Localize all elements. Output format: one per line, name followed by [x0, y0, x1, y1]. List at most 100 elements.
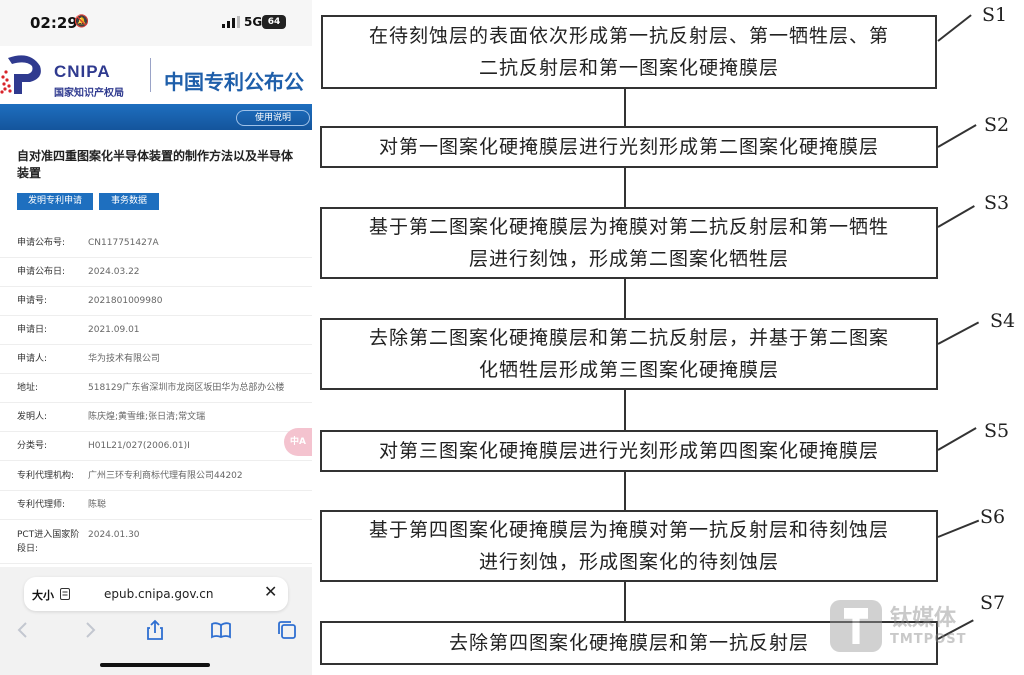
- header-divider: [150, 58, 151, 92]
- info-value: 广州三环专利商标代理有限公司44202: [88, 471, 243, 481]
- step-box-s4: 去除第二图案化硬掩膜层和第二抗反射层，并基于第二图案 化牺牲层形成第三图案化硬掩…: [320, 318, 938, 390]
- back-icon[interactable]: [12, 619, 34, 641]
- step-text-line: 去除第二图案化硬掩膜层和第二抗反射层，并基于第二图案: [368, 327, 889, 349]
- info-row: 申请日: 2021.09.01: [0, 316, 312, 345]
- label-leader-line: [937, 321, 980, 345]
- info-row: 发明人: 陈庆煌;黄雪维;张日清;常文瑞: [0, 403, 312, 432]
- logo-text-en: CNIPA: [54, 62, 111, 81]
- info-key: 地址:: [17, 383, 39, 393]
- label-leader-line: [937, 14, 972, 42]
- info-key: 申请日:: [17, 325, 48, 335]
- info-row: 申请公布号: CN117751427A: [0, 228, 312, 258]
- info-key: 申请公布日:: [17, 267, 66, 277]
- info-row: 申请人: 华为技术有限公司: [0, 345, 312, 374]
- help-button[interactable]: 使用说明: [236, 110, 310, 126]
- forward-icon[interactable]: [79, 619, 101, 641]
- label-leader-line: [937, 427, 977, 451]
- address-bar[interactable]: 大小 epub.cnipa.gov.cn ✕: [24, 577, 288, 611]
- step-text-line: 去除第四图案化硬掩膜层和第一抗反射层: [448, 632, 809, 654]
- info-key: 申请号:: [17, 296, 48, 306]
- step-box-s2: 对第一图案化硬掩膜层进行光刻形成第二图案化硬掩膜层: [320, 126, 938, 168]
- bell-muted-icon: 🔕: [74, 14, 89, 28]
- info-value: 2024.03.22: [88, 267, 140, 277]
- watermark-text-cn: 钛媒体: [890, 606, 957, 631]
- step-text-line: 进行刻蚀，形成图案化的待刻蚀层: [478, 551, 779, 573]
- info-row: 申请公布日: 2024.03.22: [0, 258, 312, 287]
- tabs-icon[interactable]: [276, 619, 298, 641]
- label-leader-line: [937, 124, 977, 148]
- home-indicator: [100, 663, 210, 667]
- info-row: PCT进入国家阶段日: 2024.01.30: [0, 520, 312, 564]
- flow-connector: [624, 390, 626, 430]
- translate-button[interactable]: 中A: [284, 428, 312, 456]
- info-key: 专利代理机构:: [17, 471, 75, 481]
- browser-toolbar: 大小 epub.cnipa.gov.cn ✕: [0, 567, 312, 675]
- info-value: 陈庆煌;黄雪维;张日清;常文瑞: [88, 412, 206, 422]
- process-flow-diagram: 在待刻蚀层的表面依次形成第一抗反射层、第一牺牲层、第 二抗反射层和第一图案化硬掩…: [312, 0, 1024, 675]
- step-label-s4: S4: [990, 310, 1016, 332]
- status-bar: 02:29 🔕 5G 64: [0, 0, 312, 46]
- flow-connector: [624, 472, 626, 510]
- patent-title: 自对准四重图案化半导体装置的制作方法以及半导体装置: [17, 149, 294, 180]
- info-value: 2021.09.01: [88, 325, 140, 335]
- info-value: 华为技术有限公司: [88, 354, 161, 364]
- info-row: 专利代理师: 陈聪: [0, 491, 312, 520]
- info-key: 申请公布号:: [17, 238, 66, 248]
- step-box-s1: 在待刻蚀层的表面依次形成第一抗反射层、第一牺牲层、第 二抗反射层和第一图案化硬掩…: [321, 15, 937, 89]
- info-row: 申请号: 2021801009980: [0, 287, 312, 316]
- page-menu-icon[interactable]: [60, 588, 70, 600]
- info-value: 2024.01.30: [88, 530, 140, 540]
- step-label-s1: S1: [982, 4, 1008, 26]
- label-leader-line: [937, 205, 975, 228]
- status-time: 02:29: [30, 14, 78, 32]
- step-box-s6: 基于第四图案化硬掩膜层为掩膜对第一抗反射层和待刻蚀层 进行刻蚀，形成图案化的待刻…: [320, 510, 938, 582]
- step-text-line: 基于第四图案化硬掩膜层为掩膜对第一抗反射层和待刻蚀层: [368, 519, 889, 541]
- step-text-line: 二抗反射层和第一图案化硬掩膜层: [478, 57, 779, 79]
- flow-connector: [624, 89, 626, 126]
- step-text-line: 层进行刻蚀，形成第二图案化牺牲层: [468, 248, 789, 270]
- info-value: H01L21/027(2006.01)I: [88, 441, 190, 451]
- label-leader-line: [937, 519, 980, 538]
- step-box-s5: 对第三图案化硬掩膜层进行光刻形成第四图案化硬掩膜层: [320, 430, 938, 472]
- url-text[interactable]: epub.cnipa.gov.cn: [104, 587, 214, 601]
- info-value: 2021801009980: [88, 296, 163, 306]
- step-label-s6: S6: [980, 506, 1006, 528]
- info-row: 专利代理机构: 广州三环专利商标代理有限公司44202: [0, 461, 312, 491]
- step-text-line: 在待刻蚀层的表面依次形成第一抗反射层、第一牺牲层、第: [368, 25, 889, 47]
- bookmarks-icon[interactable]: [210, 619, 232, 641]
- info-key: 申请人:: [17, 354, 48, 364]
- info-value: 陈聪: [88, 500, 107, 510]
- battery-icon: 64: [262, 15, 286, 29]
- network-type: 5G: [244, 15, 263, 29]
- info-row: 分类号: H01L21/027(2006.01)I: [0, 432, 312, 461]
- step-box-s3: 基于第二图案化硬掩膜层为掩膜对第二抗反射层和第一牺牲 层进行刻蚀，形成第二图案化…: [320, 207, 938, 279]
- tmtpost-logo-icon: [830, 600, 882, 652]
- text-size-button[interactable]: 大小: [32, 587, 54, 603]
- info-key: PCT进入国家阶段日:: [17, 530, 80, 554]
- flow-connector: [624, 582, 626, 621]
- cnipa-logo-icon: [0, 55, 41, 94]
- watermark-text-en: TMTPOST: [890, 632, 967, 647]
- flow-connector: [624, 279, 626, 318]
- tmtpost-watermark: 钛媒体 TMTPOST: [830, 598, 1000, 658]
- nav-bar: 使用说明: [0, 104, 312, 130]
- tab-invention-application[interactable]: 发明专利申请: [17, 193, 93, 210]
- site-header: CNIPA 国家知识产权局 中国专利公布公: [0, 46, 312, 104]
- tab-affairs-data[interactable]: 事务数据: [99, 193, 159, 210]
- info-row: 地址: 518129广东省深圳市龙岗区坂田华为总部办公楼: [0, 374, 312, 403]
- step-label-s5: S5: [984, 420, 1010, 442]
- info-value: 518129广东省深圳市龙岗区坂田华为总部办公楼: [88, 383, 285, 393]
- info-key: 发明人:: [17, 412, 48, 422]
- share-icon[interactable]: [144, 619, 166, 641]
- flow-connector: [624, 168, 626, 207]
- step-text-line: 基于第二图案化硬掩膜层为掩膜对第二抗反射层和第一牺牲: [368, 216, 889, 238]
- step-label-s2: S2: [984, 114, 1010, 136]
- close-icon[interactable]: ✕: [264, 582, 277, 601]
- patent-webpage-screenshot: 02:29 🔕 5G 64 CNIPA 国家知识产权局 中国专利公布公 使用说明…: [0, 0, 312, 675]
- step-text-line: 对第三图案化硬掩膜层进行光刻形成第四图案化硬掩膜层: [378, 440, 879, 462]
- info-key: 专利代理师:: [17, 500, 66, 510]
- site-title: 中国专利公布公: [164, 70, 304, 94]
- logo-text-cn: 国家知识产权局: [54, 88, 124, 99]
- info-key: 分类号:: [17, 441, 48, 451]
- step-label-s3: S3: [984, 192, 1010, 214]
